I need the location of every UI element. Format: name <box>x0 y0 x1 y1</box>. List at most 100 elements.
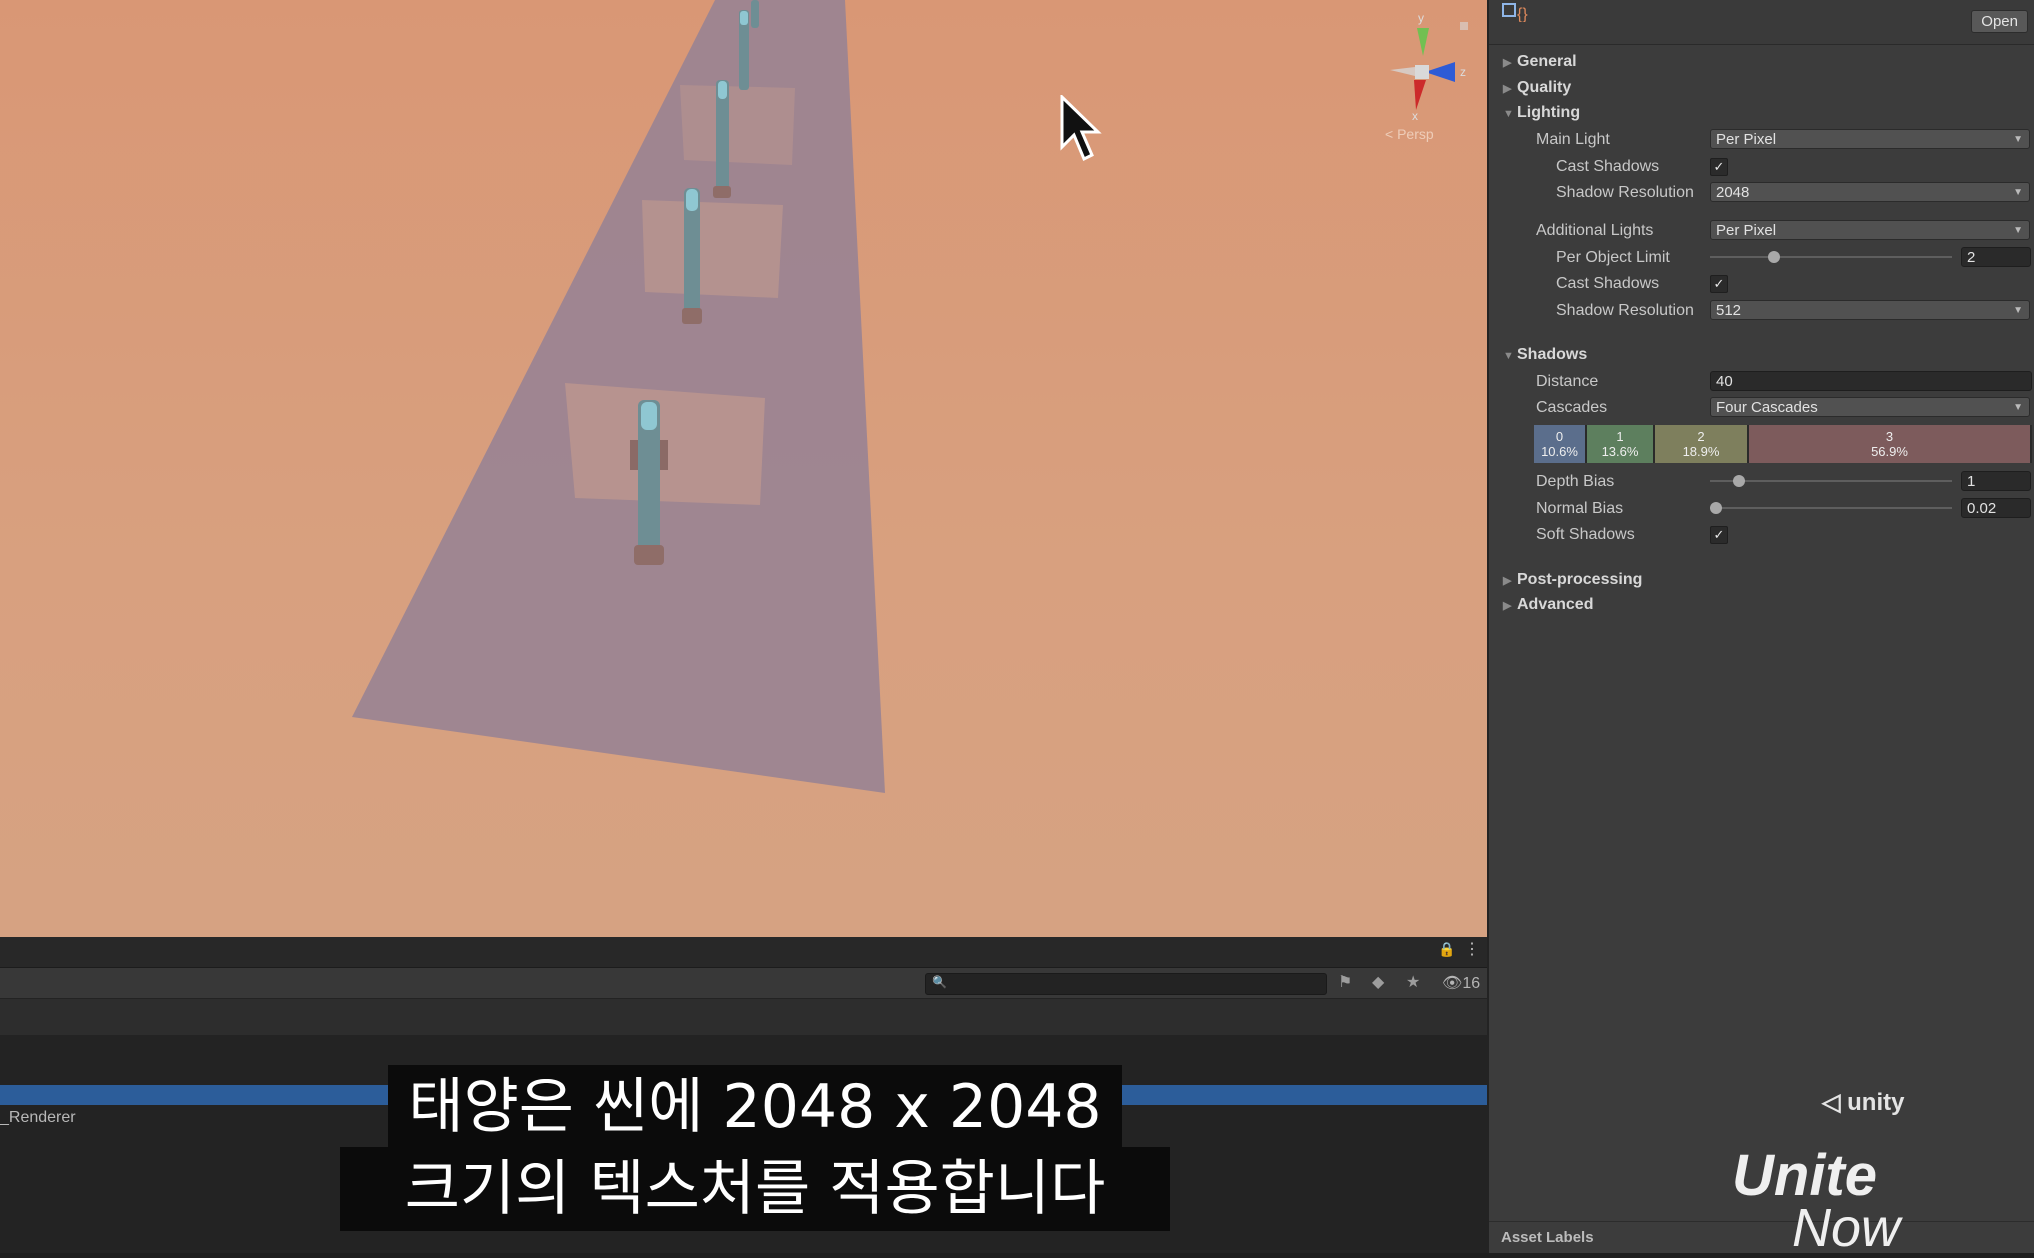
panel-header-strip <box>0 999 1487 1035</box>
main-cast-shadows-checkbox[interactable]: ✓ <box>1710 158 1728 176</box>
per-object-limit-field[interactable]: 2 <box>1961 247 2031 267</box>
dropdown-arrow-icon: ▼ <box>2013 305 2023 316</box>
distance-field[interactable]: 40 <box>1710 371 2032 391</box>
pipeline-asset-icon: {} <box>1502 3 1528 22</box>
section-general[interactable]: ▶ General <box>1503 53 1577 71</box>
normal-bias-label: Normal Bias <box>1536 500 1624 517</box>
main-cast-shadows-label: Cast Shadows <box>1556 158 1660 175</box>
panel-toolbar: 🔍 ⚑ ◆ ★ 👁16 <box>0 968 1487 998</box>
cascade-index: 1 <box>1616 429 1624 444</box>
projection-label[interactable]: < Persp <box>1385 126 1434 142</box>
open-button[interactable]: Open <box>1971 10 2028 33</box>
robot-2[interactable] <box>682 188 702 324</box>
subtitle-line-1: 태양은 씬에 2048 x 2048 <box>388 1065 1122 1149</box>
additional-shadow-resolution-dropdown[interactable]: 512 ▼ <box>1710 300 2030 320</box>
distance-label: Distance <box>1536 373 1599 390</box>
cascade-split-0[interactable]: 0 10.6% <box>1534 425 1587 463</box>
normal-bias-field[interactable]: 0.02 <box>1961 498 2031 518</box>
dropdown-arrow-icon: ▼ <box>2013 225 2023 236</box>
cascade-index: 2 <box>1697 429 1705 444</box>
filter-by-label-icon[interactable]: ◆ <box>1372 972 1384 992</box>
robot-4[interactable] <box>739 10 749 90</box>
slider-knob[interactable] <box>1733 475 1745 487</box>
collapsed-arrow-icon: ▶ <box>1503 83 1512 95</box>
list-item-renderer[interactable]: _Renderer <box>0 1109 76 1127</box>
slider-track <box>1710 507 1952 509</box>
mouse-cursor-icon <box>1060 95 1102 162</box>
favorite-star-icon[interactable]: ★ <box>1406 972 1420 992</box>
slider-knob[interactable] <box>1710 502 1722 514</box>
cascade-split-bar[interactable]: 0 10.6% 1 13.6% 2 18.9% 3 56.9% <box>1534 425 2032 463</box>
cascade-percent: 56.9% <box>1871 444 1908 459</box>
depth-bias-label: Depth Bias <box>1536 473 1615 490</box>
collapsed-arrow-icon: ▶ <box>1503 575 1512 587</box>
cascades-label: Cascades <box>1536 399 1608 416</box>
section-lighting[interactable]: ▼ Lighting <box>1503 104 1580 122</box>
collapsed-arrow-icon: ▶ <box>1503 57 1512 69</box>
main-light-dropdown[interactable]: Per Pixel ▼ <box>1710 129 2030 149</box>
section-quality[interactable]: ▶ Quality <box>1503 79 1571 97</box>
subtitle-line-2: 크기의 텍스처를 적용합니다 <box>340 1147 1170 1231</box>
dropdown-arrow-icon: ▼ <box>2013 134 2023 145</box>
additional-shadow-resolution-label: Shadow Resolution <box>1556 302 1694 319</box>
gizmo-y-label: y <box>1418 11 1424 25</box>
main-shadow-resolution-label: Shadow Resolution <box>1556 184 1694 201</box>
normal-bias-slider[interactable] <box>1710 498 1952 518</box>
gizmo-x-label: x <box>1412 109 1418 123</box>
per-object-limit-label: Per Object Limit <box>1556 249 1670 266</box>
cascade-index: 0 <box>1555 429 1564 444</box>
depth-bias-slider[interactable] <box>1710 471 1952 491</box>
main-light-label: Main Light <box>1536 131 1610 148</box>
now-wordmark: Now <box>1792 1198 1901 1258</box>
cascade-split-2[interactable]: 2 18.9% <box>1655 425 1749 463</box>
inspector-panel: {} Open ▶ General ▶ Quality ▼ Lighting Main… <box>1487 0 2034 1253</box>
panel-tab-bar: 🔒 ⋮ <box>0 937 1487 968</box>
dropdown-arrow-icon: ▼ <box>2013 402 2023 413</box>
robot-5[interactable] <box>751 0 759 28</box>
section-shadows[interactable]: ▼ Shadows <box>1503 346 1587 364</box>
section-post-processing[interactable]: ▶ Post-processing <box>1503 571 1642 589</box>
cascade-percent: 18.9% <box>1682 444 1720 459</box>
hidden-eye-icon: 👁 <box>1442 975 1463 992</box>
per-object-limit-slider[interactable] <box>1710 247 1952 267</box>
slider-knob[interactable] <box>1768 251 1780 263</box>
collapsed-arrow-icon: ▶ <box>1503 600 1512 612</box>
cascade-index: 3 <box>1885 429 1894 444</box>
tile-3 <box>680 85 795 165</box>
depth-bias-field[interactable]: 1 <box>1961 471 2031 491</box>
scene-canvas <box>352 0 885 793</box>
svg-text:{}: {} <box>1517 6 1528 22</box>
lock-icon[interactable]: 🔒 <box>1438 941 1455 958</box>
search-icon: 🔍 <box>932 975 947 989</box>
unity-logo: ◁ unity <box>1822 1089 1905 1116</box>
additional-cast-shadows-checkbox[interactable]: ✓ <box>1710 275 1728 293</box>
dropdown-arrow-icon: ▼ <box>2013 187 2023 198</box>
hidden-count[interactable]: 👁16 <box>1442 973 1480 993</box>
additional-cast-shadows-label: Cast Shadows <box>1556 275 1660 292</box>
tile-2 <box>642 200 783 298</box>
main-shadow-resolution-dropdown[interactable]: 2048 ▼ <box>1710 182 2030 202</box>
cascades-dropdown[interactable]: Four Cascades ▼ <box>1710 397 2030 417</box>
additional-lights-dropdown[interactable]: Per Pixel ▼ <box>1710 220 2030 240</box>
filter-by-type-icon[interactable]: ⚑ <box>1338 972 1352 992</box>
cascade-percent: 13.6% <box>1601 444 1639 459</box>
slider-track <box>1710 480 1952 482</box>
inspector-header: {} Open <box>1489 0 2034 45</box>
additional-lights-label: Additional Lights <box>1536 222 1654 239</box>
expanded-arrow-icon: ▼ <box>1503 108 1514 120</box>
slider-track <box>1710 256 1952 258</box>
search-input[interactable]: 🔍 <box>925 973 1327 995</box>
unity-cube-icon: ◁ <box>1822 1089 1841 1116</box>
expanded-arrow-icon: ▼ <box>1503 350 1514 362</box>
soft-shadows-label: Soft Shadows <box>1536 526 1635 543</box>
scene-view[interactable]: y z x < Persp <box>0 0 1487 937</box>
section-advanced[interactable]: ▶ Advanced <box>1503 596 1593 614</box>
soft-shadows-checkbox[interactable]: ✓ <box>1710 526 1728 544</box>
gizmo-z-label: z <box>1460 65 1466 79</box>
cascade-split-1[interactable]: 1 13.6% <box>1587 425 1655 463</box>
cascade-split-3[interactable]: 3 56.9% <box>1749 425 2032 463</box>
unite-wordmark: Unite <box>1732 1143 1877 1208</box>
more-options-icon[interactable]: ⋮ <box>1464 939 1480 959</box>
cascade-percent: 10.6% <box>1541 444 1578 459</box>
asset-labels-bar[interactable]: Asset Labels <box>1489 1221 2034 1253</box>
